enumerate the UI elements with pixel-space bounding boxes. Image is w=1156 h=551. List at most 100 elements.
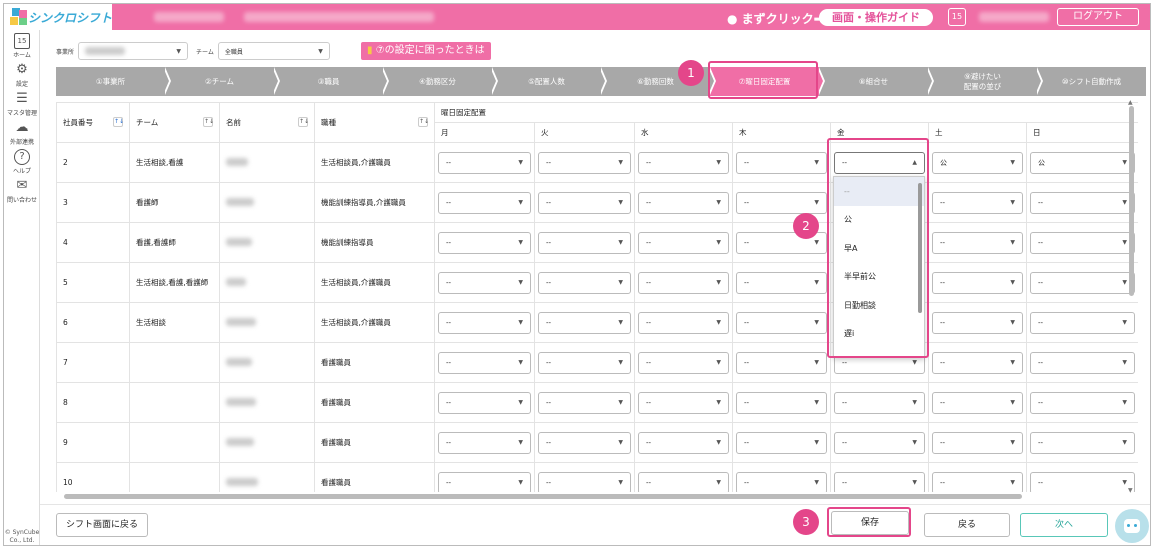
shift-select[interactable]: -- ▼: [1030, 391, 1136, 414]
shift-select[interactable]: -- ▼: [438, 471, 531, 492]
shift-select[interactable]: -- ▼: [638, 271, 729, 294]
step-team[interactable]: ②チーム: [165, 67, 280, 96]
sort-icon[interactable]: ↑↓: [418, 117, 429, 127]
next-button[interactable]: 次へ: [1020, 513, 1108, 537]
chevron-down-icon: ▼: [912, 359, 917, 366]
shift-select[interactable]: -- ▼: [438, 351, 531, 374]
shift-select[interactable]: 公 ▼: [932, 151, 1023, 174]
shift-select[interactable]: -- ▼: [932, 191, 1023, 214]
shift-select[interactable]: -- ▼: [538, 271, 631, 294]
horizontal-scroll-thumb[interactable]: [64, 494, 1022, 499]
step-auto-create[interactable]: ⑩シフト自動作成: [1037, 67, 1146, 96]
shift-select[interactable]: -- ▼: [638, 471, 729, 492]
step-office[interactable]: ①事業所: [56, 67, 171, 96]
shift-select[interactable]: -- ▼: [438, 311, 531, 334]
shift-select[interactable]: -- ▼: [736, 151, 827, 174]
header-name[interactable]: 名前 ↑↓: [219, 102, 315, 143]
sidebar-item-home[interactable]: 15 ホーム: [4, 33, 40, 59]
sidebar-item-contact[interactable]: ✉ 問い合わせ: [4, 178, 40, 204]
shift-select[interactable]: -- ▼: [538, 231, 631, 254]
shift-select[interactable]: -- ▼: [1030, 471, 1136, 492]
back-to-shift-button[interactable]: シフト画面に戻る: [56, 513, 148, 537]
name-cell: [219, 182, 315, 223]
back-button[interactable]: 戻る: [924, 513, 1010, 537]
shift-select[interactable]: -- ▼: [638, 351, 729, 374]
shift-select[interactable]: -- ▼: [538, 151, 631, 174]
step-staff[interactable]: ③職員: [274, 67, 389, 96]
shift-select[interactable]: 公 ▼: [1030, 151, 1136, 174]
shift-select[interactable]: -- ▼: [932, 351, 1023, 374]
shift-select[interactable]: -- ▼: [736, 271, 827, 294]
office-select[interactable]: ▼: [78, 42, 189, 60]
header-employee-id[interactable]: 社員番号 ↑↓: [56, 102, 130, 143]
scroll-up-icon[interactable]: ▲: [1128, 99, 1133, 106]
shift-select[interactable]: -- ▼: [438, 151, 531, 174]
shift-select[interactable]: -- ▼: [932, 271, 1023, 294]
shift-select[interactable]: -- ▼: [538, 431, 631, 454]
shift-select[interactable]: -- ▼: [438, 271, 531, 294]
shift-select[interactable]: -- ▼: [1030, 271, 1136, 294]
shift-select[interactable]: -- ▼: [736, 311, 827, 334]
sidebar-item-help[interactable]: ? ヘルプ: [4, 149, 40, 175]
shift-select[interactable]: -- ▼: [1030, 191, 1136, 214]
shift-select[interactable]: -- ▼: [638, 311, 729, 334]
shift-select[interactable]: -- ▼: [834, 391, 925, 414]
shift-select[interactable]: -- ▼: [736, 191, 827, 214]
scroll-down-icon[interactable]: ▼: [1128, 487, 1133, 494]
shift-select[interactable]: -- ▼: [736, 351, 827, 374]
shift-select[interactable]: -- ▼: [638, 431, 729, 454]
app-logo[interactable]: シンクロシフト: [4, 4, 112, 30]
header-team[interactable]: チーム ↑↓: [129, 102, 220, 143]
shift-select[interactable]: -- ▼: [932, 471, 1023, 492]
shift-select[interactable]: -- ▼: [438, 431, 531, 454]
sort-icon[interactable]: ↑↓: [113, 117, 124, 127]
vertical-scroll-thumb[interactable]: [1129, 106, 1134, 296]
step-work-type[interactable]: ④勤務区分: [383, 67, 498, 96]
sidebar-item-integration[interactable]: ☁ 外部連携: [4, 120, 40, 146]
shift-select[interactable]: -- ▼: [638, 231, 729, 254]
header-job[interactable]: 職種 ↑↓: [314, 102, 435, 143]
shift-select[interactable]: -- ▼: [638, 191, 729, 214]
team-select[interactable]: 全職員 ▼: [217, 42, 330, 60]
sidebar-item-master[interactable]: ☰ マスタ管理: [4, 91, 40, 117]
shift-select[interactable]: -- ▼: [1030, 431, 1136, 454]
shift-select[interactable]: -- ▼: [1030, 311, 1136, 334]
shift-select[interactable]: -- ▼: [736, 471, 827, 492]
shift-select[interactable]: -- ▼: [538, 351, 631, 374]
shift-select[interactable]: -- ▼: [932, 431, 1023, 454]
shift-select[interactable]: -- ▼: [932, 311, 1023, 334]
shift-select[interactable]: -- ▼: [932, 231, 1023, 254]
shift-select[interactable]: -- ▼: [538, 311, 631, 334]
guide-button[interactable]: 画面・操作ガイド: [819, 9, 933, 26]
shift-select[interactable]: -- ▼: [538, 471, 631, 492]
shift-select[interactable]: -- ▼: [538, 191, 631, 214]
shift-select[interactable]: -- ▼: [1030, 231, 1136, 254]
sort-icon[interactable]: ↑↓: [203, 117, 214, 127]
sort-icon[interactable]: ↑↓: [298, 117, 309, 127]
shift-select[interactable]: -- ▼: [438, 191, 531, 214]
shift-select[interactable]: -- ▼: [834, 471, 925, 492]
shift-select[interactable]: -- ▼: [1030, 351, 1136, 374]
shift-select[interactable]: -- ▼: [538, 391, 631, 414]
chevron-down-icon: ▼: [716, 439, 721, 446]
calendar-icon[interactable]: 15: [948, 8, 966, 26]
chevron-down-icon: ▼: [1122, 279, 1128, 286]
shift-select[interactable]: -- ▼: [736, 431, 827, 454]
step-combination[interactable]: ⑧組合せ: [819, 67, 934, 96]
chevron-down-icon: ▼: [518, 159, 523, 166]
vertical-scrollbar[interactable]: ▲ ▼: [1128, 99, 1136, 494]
shift-select[interactable]: -- ▼: [438, 231, 531, 254]
shift-select[interactable]: -- ▼: [932, 391, 1023, 414]
assistant-robot-icon[interactable]: [1115, 509, 1149, 543]
step-staffing[interactable]: ⑤配置人数: [492, 67, 607, 96]
step-avoid-sequence[interactable]: ⑨避けたい 配置の並び: [928, 67, 1043, 96]
logout-button[interactable]: ログアウト: [1057, 8, 1139, 26]
horizontal-scrollbar[interactable]: [64, 494, 1134, 500]
sidebar-item-settings[interactable]: ⚙ 設定: [4, 62, 40, 88]
shift-select[interactable]: -- ▼: [638, 151, 729, 174]
shift-select[interactable]: -- ▼: [834, 431, 925, 454]
shift-select[interactable]: -- ▼: [736, 391, 827, 414]
help-tag[interactable]: ▮ ⑦の設定に困ったときは: [361, 42, 491, 60]
shift-select[interactable]: -- ▼: [638, 391, 729, 414]
shift-select[interactable]: -- ▼: [438, 391, 531, 414]
